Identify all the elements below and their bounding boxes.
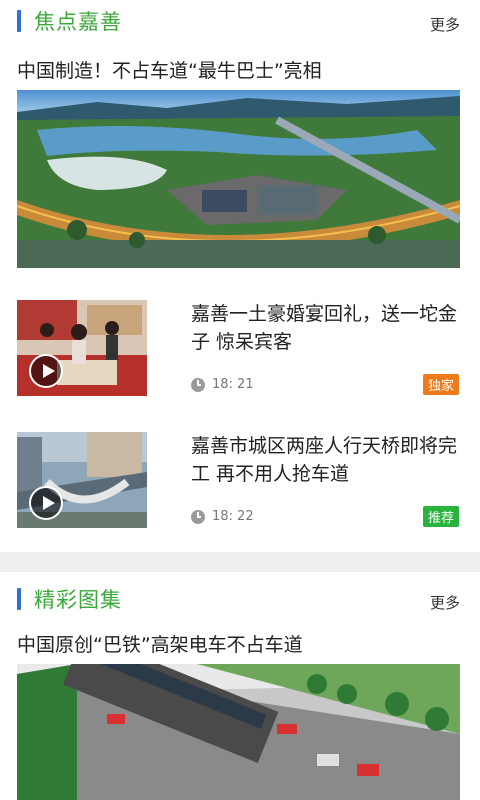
section-focus: 焦点嘉善 更多 中国制造！不占车道“最牛巴士”亮相 嘉善一土豪婚宴回礼，送一坨金… xyxy=(0,0,480,552)
headline[interactable]: 中国制造！不占车道“最牛巴士”亮相 xyxy=(17,56,322,83)
news-time: 18: 21 xyxy=(212,377,254,392)
news-thumbnail xyxy=(17,300,147,396)
headline[interactable]: 中国原创“巴铁”高架电车不占车道 xyxy=(17,630,303,657)
section-header: 焦点嘉善 更多 xyxy=(0,0,480,44)
hero-image[interactable] xyxy=(17,90,460,268)
section-accent-bar xyxy=(17,10,21,32)
news-title: 嘉善一土豪婚宴回礼，送一坨金子 惊呆宾客 xyxy=(191,303,458,353)
gallery-image[interactable] xyxy=(17,664,460,800)
clock-icon xyxy=(191,378,205,392)
play-icon[interactable] xyxy=(29,354,63,388)
clock-icon xyxy=(191,510,205,524)
news-badge: 独家 xyxy=(422,374,459,395)
section-gallery: 精彩图集 更多 中国原创“巴铁”高架电车不占车道 xyxy=(0,572,480,800)
news-time: 18: 22 xyxy=(212,509,254,524)
section-title: 焦点嘉善 xyxy=(34,10,122,34)
play-icon[interactable] xyxy=(29,486,63,520)
more-link[interactable]: 更多 xyxy=(430,14,460,35)
section-header: 精彩图集 更多 xyxy=(0,578,480,622)
news-title: 嘉善市城区两座人行天桥即将完工 再不用人抢车道 xyxy=(191,435,458,485)
more-link[interactable]: 更多 xyxy=(430,592,460,613)
news-thumbnail xyxy=(17,432,147,528)
section-accent-bar xyxy=(17,588,21,610)
section-title: 精彩图集 xyxy=(34,588,122,612)
news-item[interactable]: 嘉善一土豪婚宴回礼，送一坨金子 惊呆宾客 18: 21 独家 xyxy=(0,300,480,400)
news-badge: 推荐 xyxy=(422,506,459,527)
news-item[interactable]: 嘉善市城区两座人行天桥即将完工 再不用人抢车道 18: 22 推荐 xyxy=(0,432,480,532)
